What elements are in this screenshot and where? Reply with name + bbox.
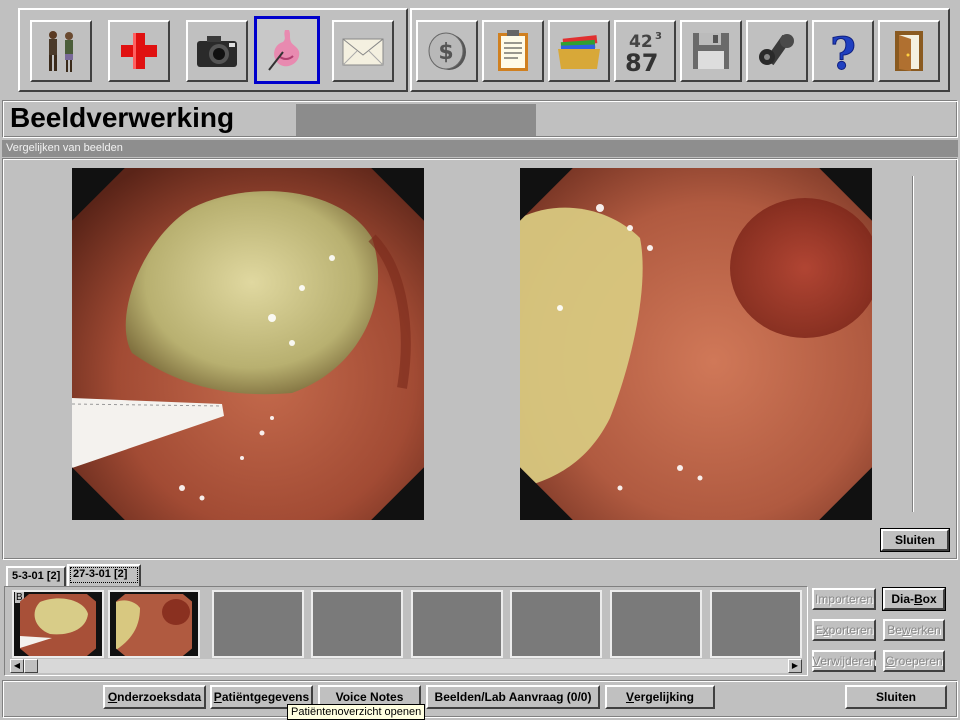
endoscopy-image-left xyxy=(72,168,424,520)
title-status-bar xyxy=(296,104,536,136)
dia-box-button[interactable]: Dia- Box xyxy=(882,587,946,611)
endoscopy-image-right xyxy=(520,168,872,520)
question-icon: ? xyxy=(830,29,857,76)
patient-data-label-post: atiëntgegevens xyxy=(221,690,310,704)
tab-date-2[interactable]: 27-3-01 [2] xyxy=(67,564,141,586)
numbers-icon: 42 3 87 xyxy=(625,31,662,75)
red-cross-icon xyxy=(121,33,157,69)
thumbnail-scrollbar[interactable]: ◀ ▶ xyxy=(10,659,802,673)
toolbar-notes-button[interactable] xyxy=(482,20,544,82)
export-button[interactable]: Ex porteren xyxy=(812,619,876,641)
exam-data-label-post: nderzoeksdata xyxy=(117,690,202,704)
camera-icon xyxy=(197,36,237,67)
thumbnail-empty[interactable] xyxy=(212,590,304,658)
scroll-right-arrow-icon[interactable]: ▶ xyxy=(788,659,802,673)
toolbar-help-button[interactable]: ? xyxy=(812,20,874,82)
compare-button[interactable]: Vergelijking xyxy=(605,685,715,709)
stomach-icon xyxy=(268,30,300,71)
toolbar-patients-button[interactable] xyxy=(30,20,92,82)
exam-data-button[interactable]: Onderzoeksdata xyxy=(103,685,206,709)
thumbnail-empty[interactable] xyxy=(510,590,602,658)
patient-data-label-accel: P xyxy=(213,690,222,704)
clipboard-icon xyxy=(498,30,528,71)
floppy-icon xyxy=(693,33,729,69)
people-icon xyxy=(49,31,73,72)
edit-label-pre: Be xyxy=(887,623,902,637)
numbers-icon-sup: 3 xyxy=(655,31,662,42)
group-label-accel: G xyxy=(885,654,895,668)
thumbnail-1[interactable]: B xyxy=(12,590,104,658)
toolbar-camera-button[interactable] xyxy=(186,20,248,82)
export-label-pre: E xyxy=(814,623,823,637)
edit-button[interactable]: Be w erken xyxy=(883,619,945,641)
thumbnail-2[interactable] xyxy=(108,590,200,658)
toolbar-endoscopy-button[interactable] xyxy=(254,16,320,84)
delete-button[interactable]: Verwijderen xyxy=(812,650,876,672)
group-button[interactable]: Groeperen xyxy=(883,650,945,672)
thumbnail-empty[interactable] xyxy=(710,590,802,658)
folder-icon xyxy=(558,35,600,69)
group-label-post: roeperen xyxy=(894,654,943,668)
section-header: Vergelijken van beelden xyxy=(2,140,958,157)
thumbnail-empty[interactable] xyxy=(610,590,702,658)
images-lab-request-button[interactable]: Beelden/Lab Aanvraag (0/0) xyxy=(426,685,600,709)
compare-image-left[interactable] xyxy=(72,168,424,520)
compare-close-button[interactable]: Sluiten xyxy=(880,528,950,552)
vertical-divider xyxy=(912,176,914,512)
compare-label-accel: V xyxy=(625,690,634,704)
svg-text:$: $ xyxy=(438,40,453,65)
wrench-icon xyxy=(759,34,794,66)
compare-image-right[interactable] xyxy=(520,168,872,520)
numbers-icon-bottom: 87 xyxy=(625,49,658,75)
delete-label-accel: V xyxy=(812,654,821,668)
tooltip: Patiëntenoverzicht openen xyxy=(287,704,426,720)
question-glyph: ? xyxy=(830,29,856,75)
thumbnail-empty[interactable] xyxy=(411,590,503,658)
scrollbar-thumb[interactable] xyxy=(24,659,38,673)
toolbar-mail-button[interactable] xyxy=(332,20,394,82)
toolbar-settings-button[interactable] xyxy=(746,20,808,82)
page-title: Beeldverwerking xyxy=(10,102,235,133)
compare-label-post: ergelijking xyxy=(633,690,695,704)
toolbar-billing-button[interactable]: $ xyxy=(416,20,478,82)
tab-date-1[interactable]: 5-3-01 [2] xyxy=(6,566,67,586)
toolbar-numbers-button[interactable]: 42 3 87 xyxy=(614,20,676,82)
door-icon xyxy=(895,31,923,71)
close-button[interactable]: Sluiten xyxy=(845,685,947,709)
import-button[interactable]: Importeren xyxy=(812,588,876,610)
dia-box-label-accel: B xyxy=(913,592,923,606)
thumbnail-2-image xyxy=(116,594,192,656)
envelope-icon xyxy=(342,38,384,66)
edit-label-post: erken xyxy=(910,623,941,637)
dia-box-label-pre: Dia- xyxy=(891,592,914,606)
exam-data-label-accel: O xyxy=(107,690,118,704)
delete-label-post: erwijderen xyxy=(820,654,876,668)
edit-label-accel: w xyxy=(901,623,911,637)
thumbnail-1-image xyxy=(20,594,96,656)
toolbar-save-button[interactable] xyxy=(680,20,742,82)
toolbar-exit-button[interactable] xyxy=(878,20,940,82)
toolbar-files-button[interactable] xyxy=(548,20,610,82)
toolbar-medical-button[interactable] xyxy=(108,20,170,82)
export-label-post: porteren xyxy=(828,623,874,637)
coin-icon: $ xyxy=(428,32,466,70)
thumbnail-empty[interactable] xyxy=(311,590,403,658)
scroll-left-arrow-icon[interactable]: ◀ xyxy=(10,659,24,673)
dia-box-label-post: ox xyxy=(922,592,937,606)
